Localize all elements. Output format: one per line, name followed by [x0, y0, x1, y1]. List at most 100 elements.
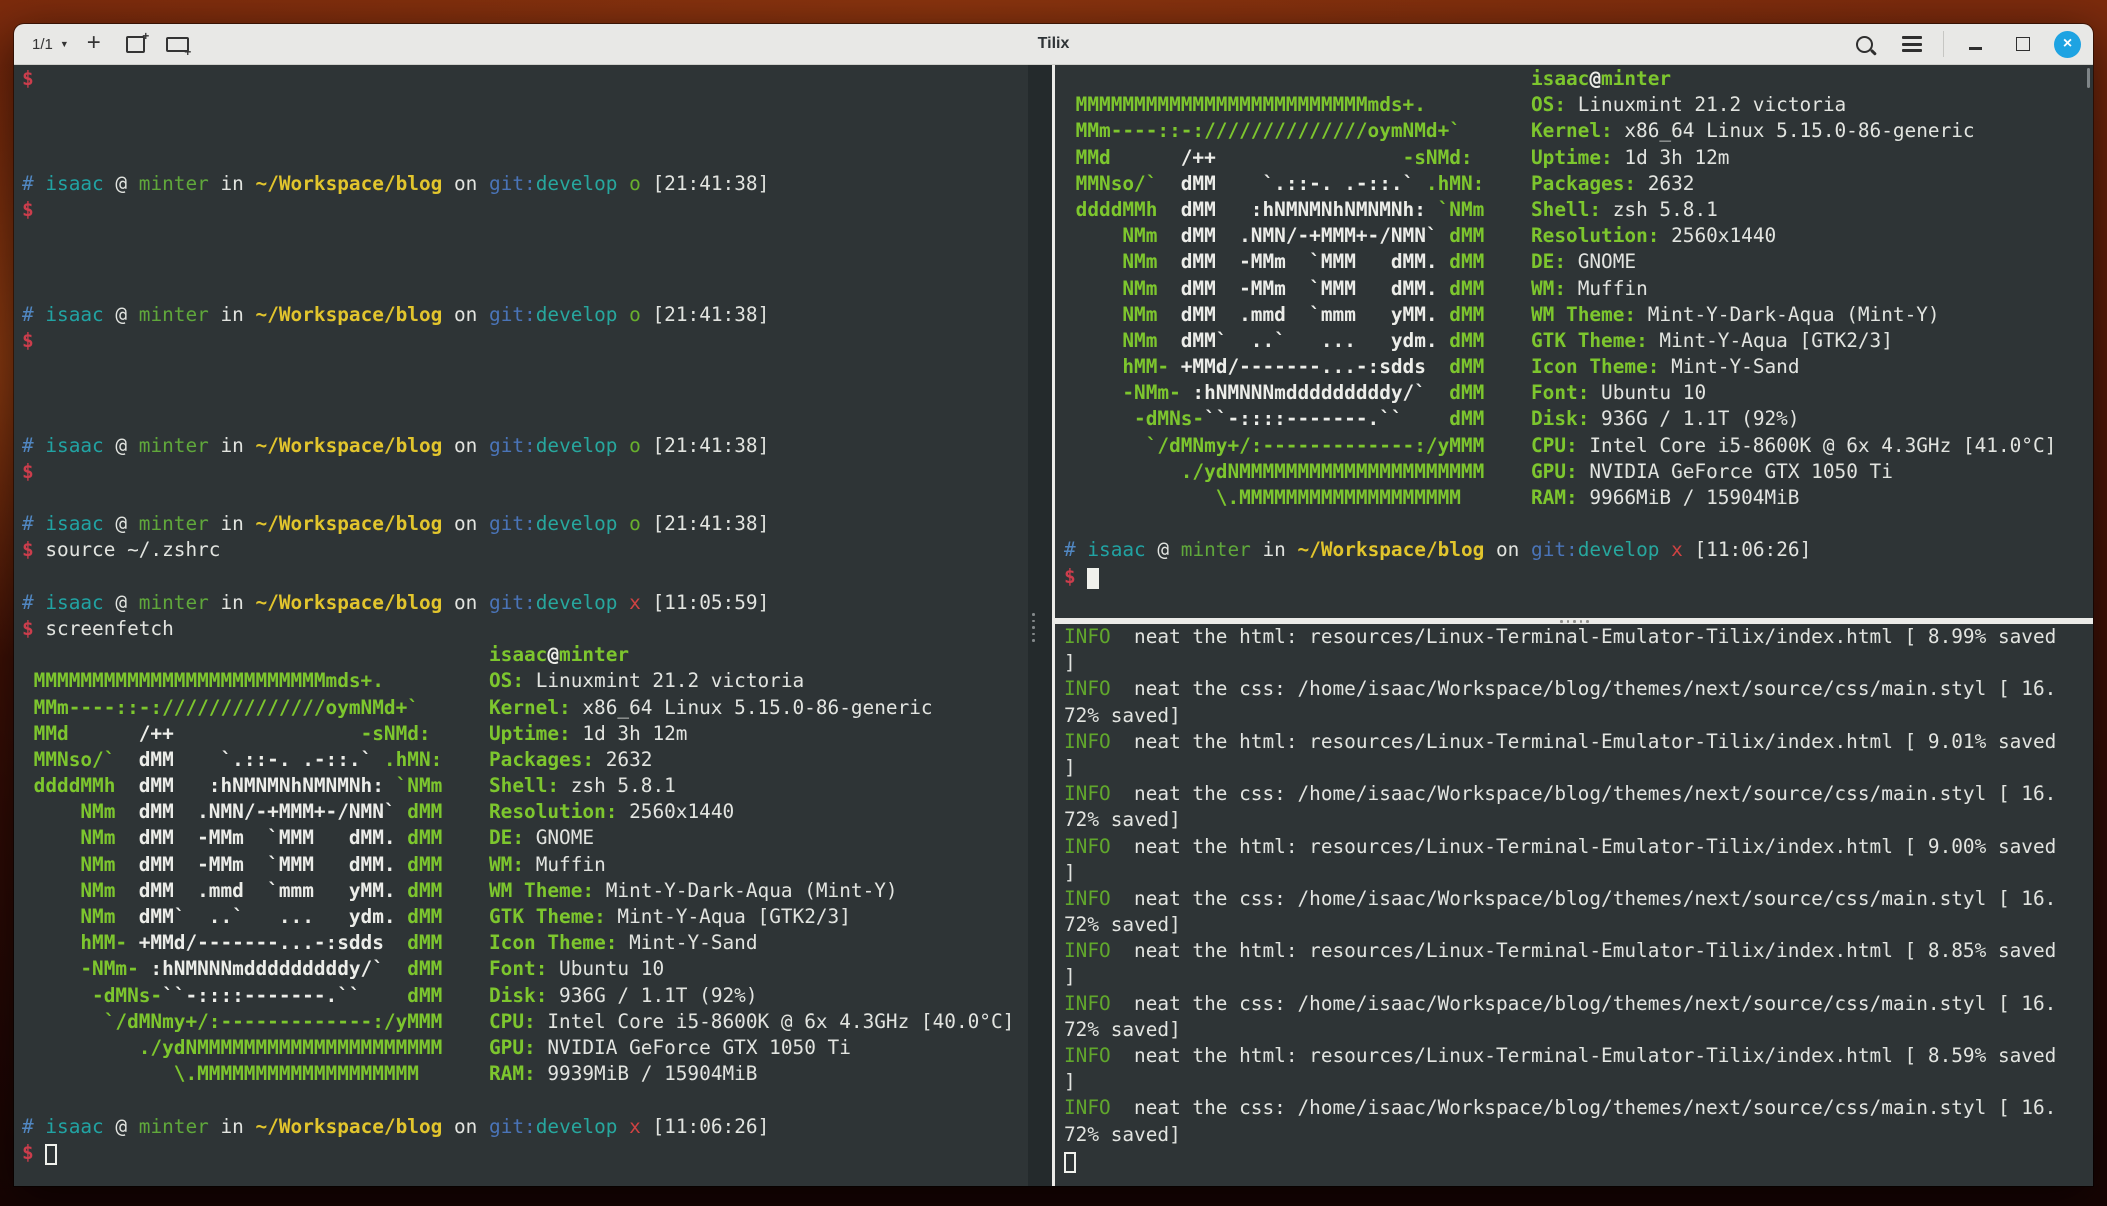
text-segment: #: [22, 1115, 45, 1138]
add-terminal-down-button[interactable]: +: [161, 29, 195, 59]
text-segment: dMM` ..` ... ydm.: [1181, 329, 1450, 352]
text-segment: $: [1064, 565, 1087, 588]
divider-drag-handle[interactable]: [1032, 613, 1035, 642]
text-segment: #: [22, 512, 45, 535]
terminal-line: ddddMMh dMM :hNMNMNhNMNMNh: `NMm Shell: …: [22, 773, 1036, 799]
text-segment: dMM: [407, 800, 442, 823]
add-terminal-right-button[interactable]: +: [119, 29, 153, 59]
text-segment: dMM .NMN/-+MMM+-/NMN`: [1181, 224, 1450, 247]
terminal-line: NMm dMM` ..` ... ydm. dMM GTK Theme: Min…: [1064, 328, 2093, 354]
terminal-line: MMNso/` dMM `.::-. .-::.` .hMN: Packages…: [1064, 171, 2093, 197]
text-segment: in: [1263, 538, 1298, 561]
close-button[interactable]: ×: [2054, 31, 2081, 58]
text-segment: dMM -MMm `MMM dMM.: [139, 853, 408, 876]
text-segment: WM:: [1531, 277, 1566, 300]
text-segment: dMM: [1449, 224, 1484, 247]
terminal-line: -NMm- :hNMNNNmdddddddddy/` dMM Font: Ubu…: [22, 956, 1036, 982]
terminal-line: $: [22, 66, 1036, 92]
terminal-line: isaac@minter: [1064, 66, 2093, 92]
menu-button[interactable]: [1895, 29, 1929, 59]
terminal-line: MMMMMMMMMMMMMMMMMMMMMMMMMmds+. OS: Linux…: [22, 668, 1036, 694]
terminal-pane-top-right[interactable]: isaac@minter MMMMMMMMMMMMMMMMMMMMMMMMMmd…: [1055, 65, 2093, 619]
text-segment: minter: [139, 1115, 221, 1138]
text-segment: -dMNs-: [1064, 407, 1204, 430]
spacer: [1484, 172, 1531, 195]
text-segment: $: [22, 198, 34, 221]
vertical-pane-divider[interactable]: [1028, 65, 1052, 1186]
text-segment: MMm----::-://////////////oymNMd+`: [1064, 119, 1461, 142]
text-segment: minter: [139, 434, 221, 457]
titlebar[interactable]: 1/1 ▼ + + + Tilix: [14, 24, 2093, 65]
text-segment: NMm: [1064, 250, 1181, 273]
spacer: [442, 800, 489, 823]
maximize-button[interactable]: [2006, 29, 2040, 59]
spacer: [442, 826, 489, 849]
minimize-button[interactable]: [1958, 29, 1992, 59]
text-segment: develop: [536, 172, 629, 195]
spacer: [1461, 119, 1531, 142]
search-button[interactable]: [1847, 29, 1881, 59]
text-segment: DE:: [489, 826, 524, 849]
text-segment: ddddMMh: [1064, 198, 1181, 221]
text-segment: #: [1064, 538, 1087, 561]
spacer: [1484, 329, 1531, 352]
text-segment: 936G / 1.1T (92%): [1589, 407, 1799, 430]
text-segment: neat the html: resources/Linux-Terminal-…: [1111, 835, 2057, 858]
cursor-block-hollow: [45, 1144, 57, 1165]
text-segment: 72% saved]: [1064, 1123, 1181, 1146]
text-segment: isaac: [1531, 67, 1589, 90]
text-segment: develop: [536, 591, 629, 614]
terminal-pane-left[interactable]: $ # isaac @ minter in ~/Workspace/blog o…: [14, 65, 1036, 1186]
terminal-line: `/dMNmy+/:-------------:/yMMM CPU: Intel…: [1064, 433, 2093, 459]
close-icon: ×: [2063, 36, 2072, 52]
scrollbar-thumb[interactable]: [2087, 68, 2090, 88]
terminal-line: isaac@minter: [22, 642, 1036, 668]
text-segment: `NMm: [396, 774, 443, 797]
text-segment: dMM` ..` ... ydm.: [139, 905, 408, 928]
terminal-pane-bottom-right[interactable]: INFO neat the html: resources/Linux-Term…: [1055, 624, 2093, 1186]
spacer: [1484, 250, 1531, 273]
text-segment: /++: [139, 722, 361, 745]
new-session-button[interactable]: +: [77, 29, 111, 59]
spacer: [1484, 277, 1531, 300]
text-segment: isaac: [45, 172, 115, 195]
text-segment: #: [22, 591, 45, 614]
terminal-line: 72% saved]: [1064, 1122, 2093, 1148]
desktop: 1/1 ▼ + + + Tilix: [0, 0, 2107, 1206]
titlebar-left-controls: 1/1 ▼ + + +: [14, 29, 195, 59]
text-segment: dMM `.::-. .-::.`: [139, 748, 384, 771]
terminal-line: MMm----::-://////////////oymNMd+` Kernel…: [22, 695, 1036, 721]
terminal-line: INFO neat the css: /home/isaac/Workspace…: [1064, 676, 2093, 702]
text-segment: on: [1496, 538, 1531, 561]
text-segment: @: [115, 1115, 138, 1138]
text-segment: git:: [1531, 538, 1578, 561]
text-segment: Disk:: [489, 984, 547, 1007]
text-segment: neat the html: resources/Linux-Terminal-…: [1111, 730, 2057, 753]
text-segment: x: [1671, 538, 1694, 561]
session-pager-dropdown[interactable]: 1/1 ▼: [32, 36, 69, 53]
text-segment: @: [115, 512, 138, 535]
window-title: Tilix: [1038, 35, 1070, 53]
text-segment: isaac: [1087, 538, 1157, 561]
terminal-line: [1064, 590, 2093, 616]
session-counter: 1/1: [32, 36, 53, 53]
divider-drag-handle[interactable]: [1560, 620, 1589, 623]
text-segment: Intel Core i5-8600K @ 6x 4.3GHz [41.0°C]: [1578, 434, 2057, 457]
text-segment: #: [22, 303, 45, 326]
terminal-line: MMNso/` dMM `.::-. .-::.` .hMN: Packages…: [22, 747, 1036, 773]
text-segment: o: [629, 303, 652, 326]
spacer: [442, 748, 489, 771]
text-segment: dMM: [1449, 329, 1484, 352]
text-segment: Icon Theme:: [489, 931, 617, 954]
text-segment: 2560x1440: [617, 800, 734, 823]
text-segment: hMM-: [1064, 355, 1181, 378]
text-segment: @: [115, 434, 138, 457]
text-segment: Intel Core i5-8600K @ 6x 4.3GHz [40.0°C]: [536, 1010, 1015, 1033]
terminal-line: NMm dMM -MMm `MMM dMM. dMM WM: Muffin: [22, 852, 1036, 878]
terminal-line: hMM- +MMd/-------...-:sdds dMM Icon Them…: [22, 930, 1036, 956]
text-segment: Packages:: [489, 748, 594, 771]
spacer: [442, 984, 489, 1007]
text-segment: Font:: [1531, 381, 1589, 404]
text-segment: neat the html: resources/Linux-Terminal-…: [1111, 1044, 2057, 1067]
terminal-line: 72% saved]: [1064, 703, 2093, 729]
